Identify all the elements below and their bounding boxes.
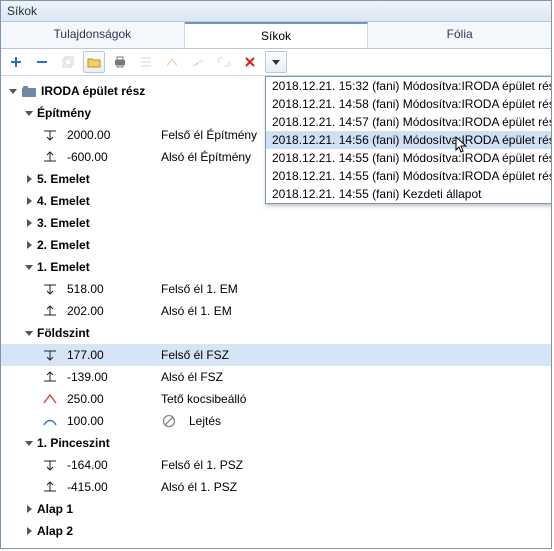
top-edge-icon — [39, 281, 61, 297]
chevron-right-icon[interactable] — [23, 503, 35, 515]
tree-node-label: IRODA épület rész — [41, 84, 145, 98]
tree-node-label: 1. Emelet — [37, 260, 90, 274]
tab-properties[interactable]: Tulajdonságok — [1, 22, 185, 48]
plane-desc: Felső él 1. PSZ — [161, 458, 243, 472]
print-button[interactable] — [109, 51, 131, 73]
tree-node-label: 2. Emelet — [37, 238, 90, 252]
plane-desc: Alsó él Építmény — [161, 150, 251, 164]
tab-bar: Tulajdonságok Síkok Fólia — [1, 22, 551, 49]
open-folder-button[interactable] — [83, 51, 105, 73]
history-item[interactable]: 2018.12.21. 14:58 (fani) Módosítva:IRODA… — [266, 95, 551, 113]
duplicate-button[interactable] — [57, 51, 79, 73]
add-button[interactable] — [5, 51, 27, 73]
remove-button[interactable] — [31, 51, 53, 73]
chevron-right-icon[interactable] — [23, 173, 35, 185]
plane-value: 2000.00 — [67, 128, 131, 142]
bottom-edge-icon — [39, 303, 61, 319]
slope-icon — [39, 414, 61, 428]
tree-node-label: 1. Pinceszint — [37, 436, 110, 450]
plane-row[interactable]: 202.00 Alsó él 1. EM — [1, 300, 551, 322]
tree-node-label: Földszint — [37, 326, 90, 340]
tree-node-label: 4. Emelet — [37, 194, 90, 208]
plane-value: 100.00 — [67, 414, 131, 428]
tree-node-label: Alap 1 — [37, 502, 73, 516]
plane-row[interactable]: -164.00 Felső él 1. PSZ — [1, 454, 551, 476]
delete-button[interactable] — [239, 51, 261, 73]
plane-desc: Alsó él 1. EM — [161, 304, 232, 318]
plane-row-roof[interactable]: 250.00 Tető kocsibeálló — [1, 388, 551, 410]
plane-desc: Lejtés — [189, 414, 221, 428]
plane-value: 518.00 — [67, 282, 131, 296]
tree-node-label: 5. Emelet — [37, 172, 90, 186]
tree-node-alap[interactable]: Alap 2 — [1, 520, 551, 542]
chevron-right-icon[interactable] — [23, 525, 35, 537]
top-edge-icon — [39, 457, 61, 473]
roof-button[interactable] — [161, 51, 183, 73]
tree-node-floor[interactable]: 1. Emelet — [1, 256, 551, 278]
history-item[interactable]: 2018.12.21. 14:55 (fani) Kezdeti állapot — [266, 185, 551, 203]
history-item[interactable]: 2018.12.21. 14:56 (fani) Módosítva:IRODA… — [266, 131, 551, 149]
plane-row[interactable]: -139.00 Alsó él FSZ — [1, 366, 551, 388]
plane-value: 177.00 — [67, 348, 131, 362]
tree-content[interactable]: 2018.12.21. 15:32 (fani) Módosítva:IRODA… — [1, 76, 551, 548]
top-edge-icon — [39, 127, 61, 143]
bottom-edge-icon — [39, 479, 61, 495]
history-item[interactable]: 2018.12.21. 14:57 (fani) Módosítva:IRODA… — [266, 113, 551, 131]
tree-node-floor[interactable]: 3. Emelet — [1, 212, 551, 234]
window-title: Síkok — [1, 1, 551, 22]
plane-value: -164.00 — [67, 458, 131, 472]
plane-row[interactable]: 518.00 Felső él 1. EM — [1, 278, 551, 300]
history-item[interactable]: 2018.12.21. 14:55 (fani) Módosítva:IRODA… — [266, 167, 551, 185]
plane-row[interactable]: -415.00 Alsó él 1. PSZ — [1, 476, 551, 498]
plane-row-slope[interactable]: 100.00 Lejtés — [1, 410, 551, 432]
toolbar — [1, 49, 551, 76]
chevron-down-icon[interactable] — [23, 327, 35, 339]
roof-icon — [39, 392, 61, 406]
plane-desc: Alsó él FSZ — [161, 370, 223, 384]
tree-node-floor[interactable]: 2. Emelet — [1, 234, 551, 256]
tree-node-alap[interactable]: Alap 1 — [1, 498, 551, 520]
plane-desc: Felső él FSZ — [161, 348, 229, 362]
history-dropdown-button[interactable] — [265, 51, 287, 73]
bottom-edge-icon — [39, 149, 61, 165]
history-item[interactable]: 2018.12.21. 15:32 (fani) Módosítva:IRODA… — [266, 77, 551, 95]
chevron-down-icon[interactable] — [23, 437, 35, 449]
planes-panel-window: Síkok Tulajdonságok Síkok Fólia — [0, 0, 552, 549]
tab-foil[interactable]: Fólia — [368, 22, 551, 48]
chevron-down-icon[interactable] — [23, 107, 35, 119]
chevron-right-icon[interactable] — [23, 239, 35, 251]
plane-value: -139.00 — [67, 370, 131, 384]
plane-value: -600.00 — [67, 150, 131, 164]
tree-node-foldszint[interactable]: Földszint — [1, 322, 551, 344]
chevron-down-icon[interactable] — [23, 261, 35, 273]
slope-button[interactable] — [187, 51, 209, 73]
no-entry-icon — [161, 413, 177, 429]
plane-value: 202.00 — [67, 304, 131, 318]
plane-desc-wrap: Lejtés — [161, 413, 221, 429]
plane-row[interactable]: 177.00 Felső él FSZ — [1, 344, 551, 366]
folder-icon — [21, 83, 37, 99]
plane-desc: Tető kocsibeálló — [161, 392, 246, 406]
levels-button[interactable] — [135, 51, 157, 73]
tree-node-label: 3. Emelet — [37, 216, 90, 230]
tab-planes[interactable]: Síkok — [185, 22, 369, 48]
plane-value: 250.00 — [67, 392, 131, 406]
tree-node-pinceszint[interactable]: 1. Pinceszint — [1, 432, 551, 454]
plane-desc: Alsó él 1. PSZ — [161, 480, 237, 494]
top-edge-icon — [39, 347, 61, 363]
plane-value: -415.00 — [67, 480, 131, 494]
history-item[interactable]: 2018.12.21. 14:55 (fani) Módosítva:IRODA… — [266, 149, 551, 167]
plane-desc: Felső él 1. EM — [161, 282, 238, 296]
bottom-edge-icon — [39, 369, 61, 385]
plane-desc: Felső él Építmény — [161, 128, 257, 142]
tree-node-label: Alap 2 — [37, 524, 73, 538]
chevron-right-icon[interactable] — [23, 217, 35, 229]
tree-node-label: Építmény — [37, 106, 91, 120]
history-dropdown-menu[interactable]: 2018.12.21. 15:32 (fani) Módosítva:IRODA… — [265, 76, 551, 204]
link-button[interactable] — [213, 51, 235, 73]
chevron-down-icon[interactable] — [7, 85, 19, 97]
chevron-right-icon[interactable] — [23, 195, 35, 207]
